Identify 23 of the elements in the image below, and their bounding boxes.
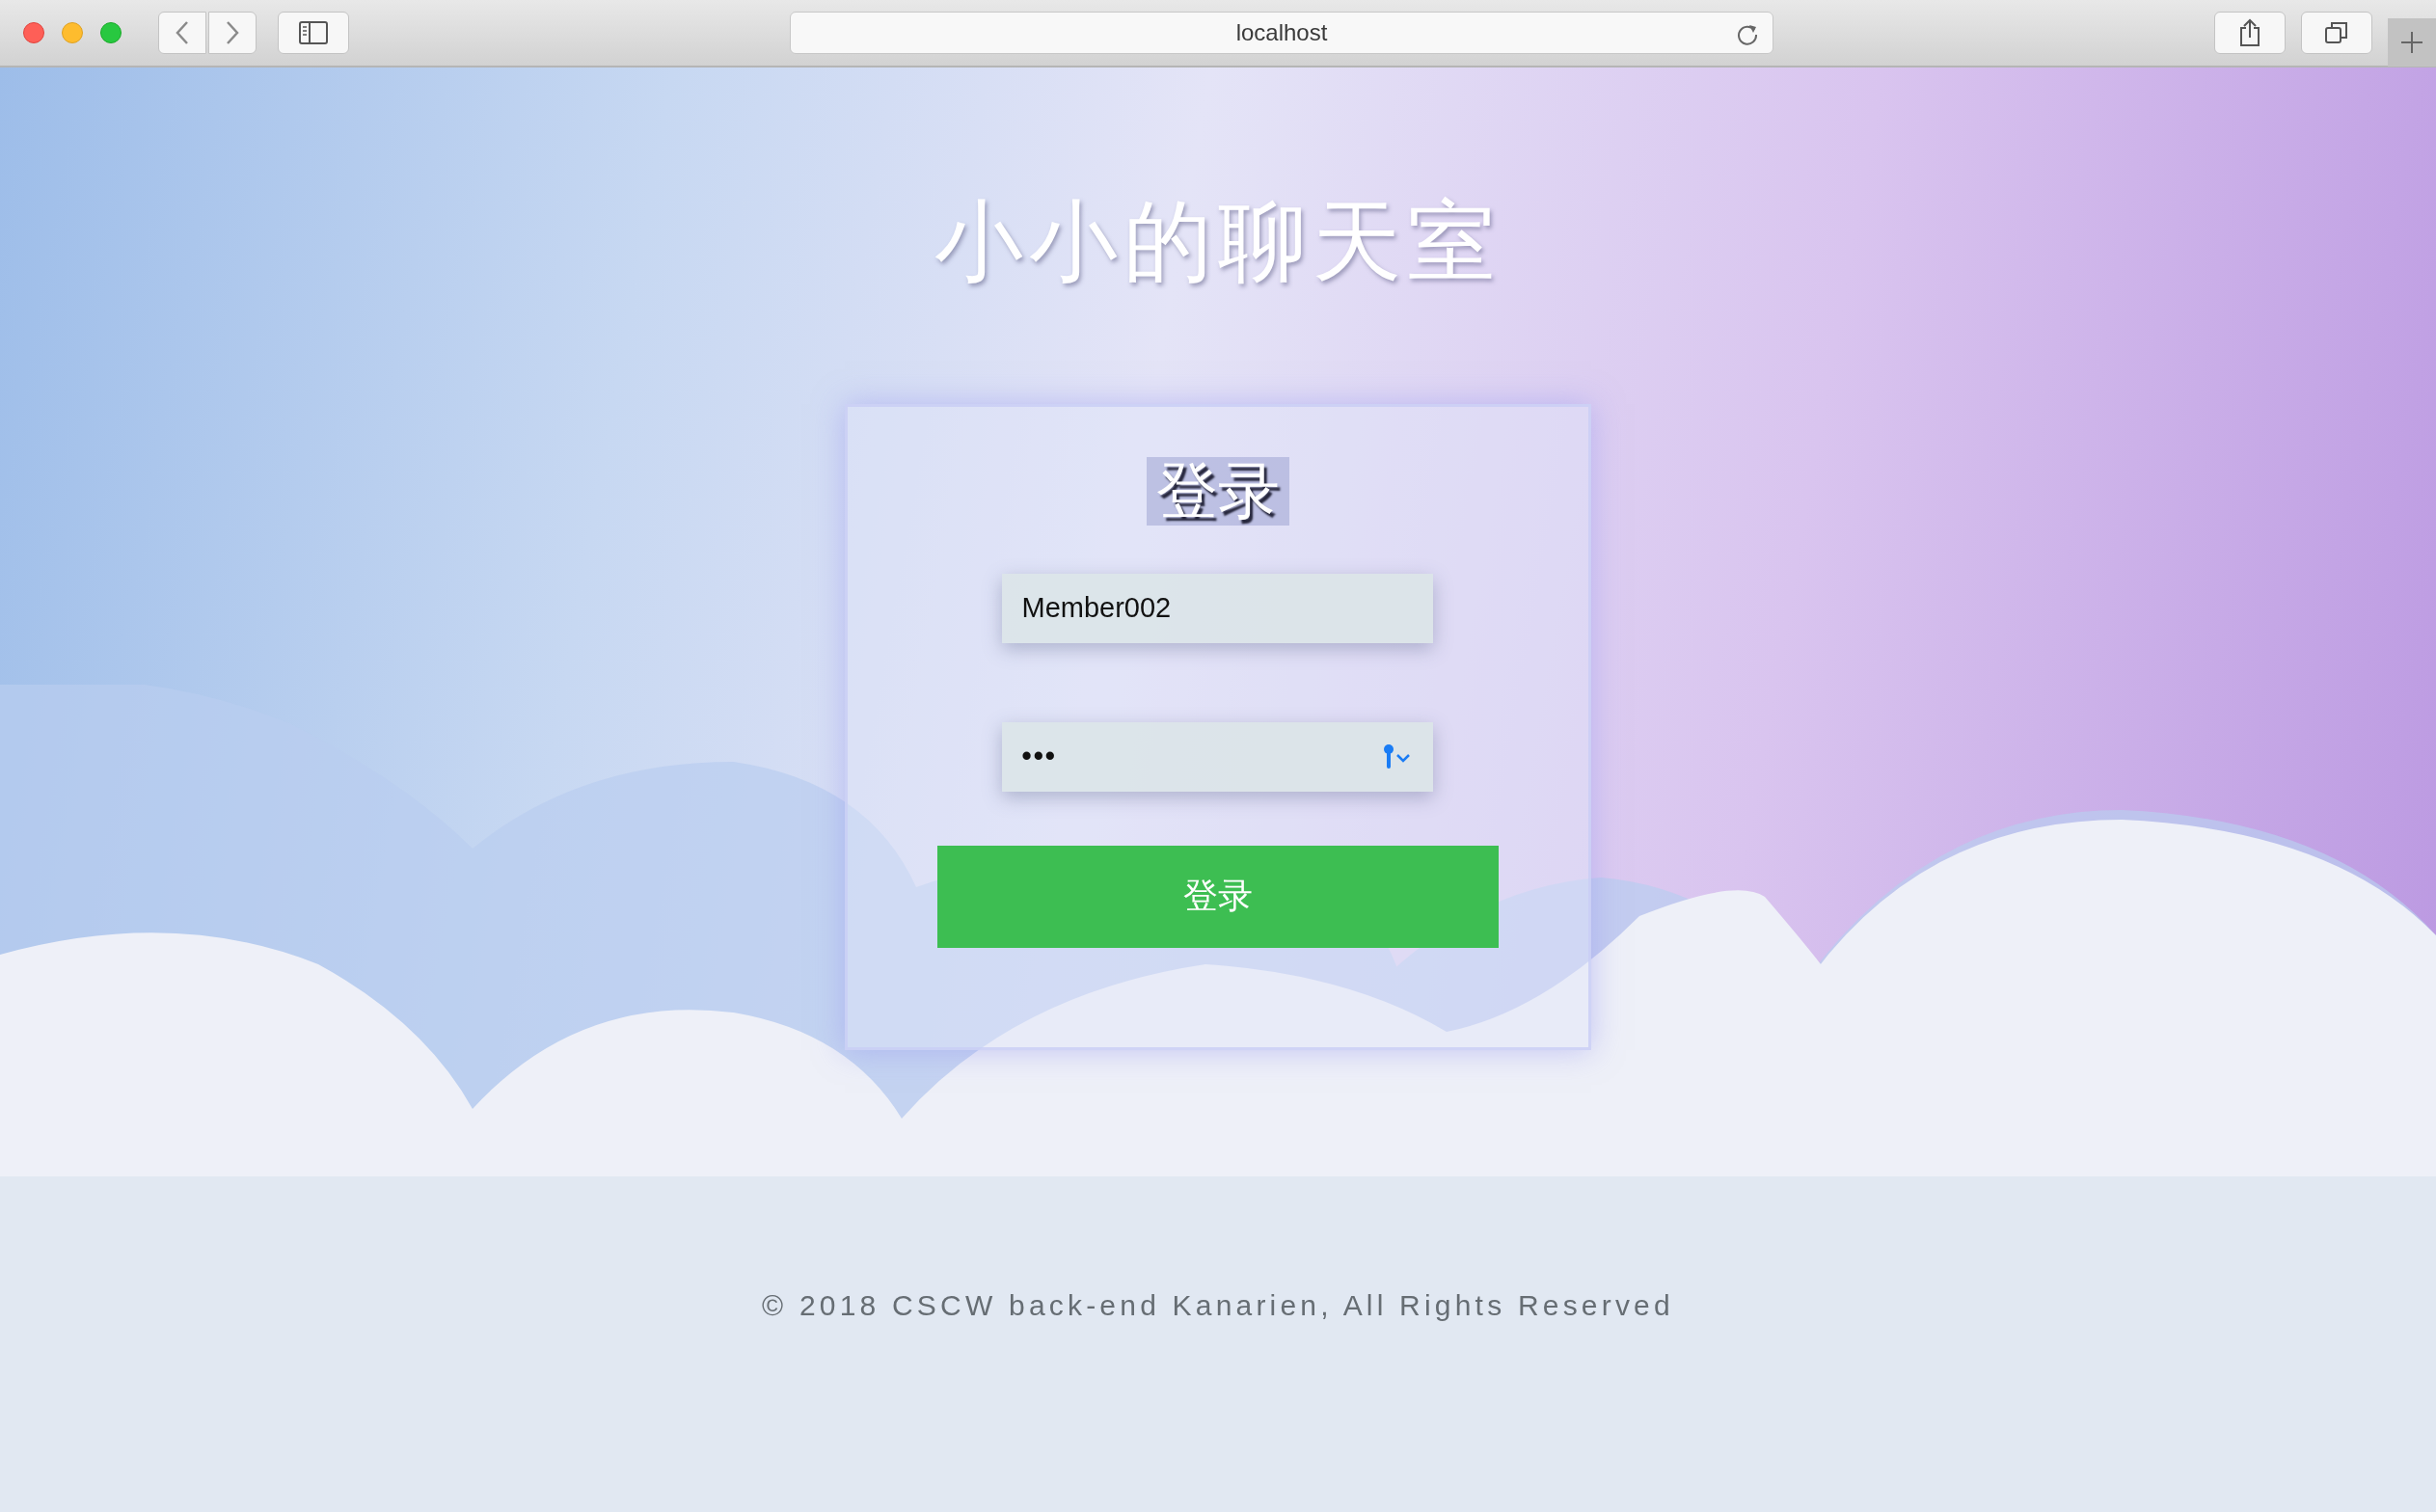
- password-field[interactable]: •••: [1002, 721, 1434, 792]
- back-button[interactable]: [158, 12, 206, 54]
- login-heading: 登录: [1147, 457, 1289, 526]
- share-button[interactable]: [2214, 12, 2286, 54]
- close-window-button[interactable]: [23, 22, 44, 43]
- address-bar[interactable]: localhost: [790, 12, 1773, 54]
- share-icon: [2239, 18, 2260, 47]
- zoom-window-button[interactable]: [100, 22, 122, 43]
- sidebar-icon: [299, 21, 328, 44]
- tabs-button[interactable]: [2301, 12, 2372, 54]
- tabs-icon: [2324, 20, 2349, 45]
- username-field[interactable]: Member002: [1002, 573, 1434, 643]
- page-title: 小小的聊天室: [934, 191, 1502, 292]
- sidebar-button[interactable]: [278, 12, 349, 54]
- chevron-left-icon: [176, 20, 189, 45]
- new-tab-button[interactable]: [2388, 18, 2436, 67]
- chevron-right-icon: [226, 20, 239, 45]
- minimize-window-button[interactable]: [62, 22, 83, 43]
- plus-icon: [2401, 32, 2422, 53]
- reload-icon[interactable]: [1736, 22, 1759, 45]
- forward-button[interactable]: [208, 12, 257, 54]
- copyright-text: © 2018 CSCW back-end Kanarien, All Rights Reserved: [762, 1289, 1674, 1323]
- address-text: localhost: [1235, 19, 1328, 46]
